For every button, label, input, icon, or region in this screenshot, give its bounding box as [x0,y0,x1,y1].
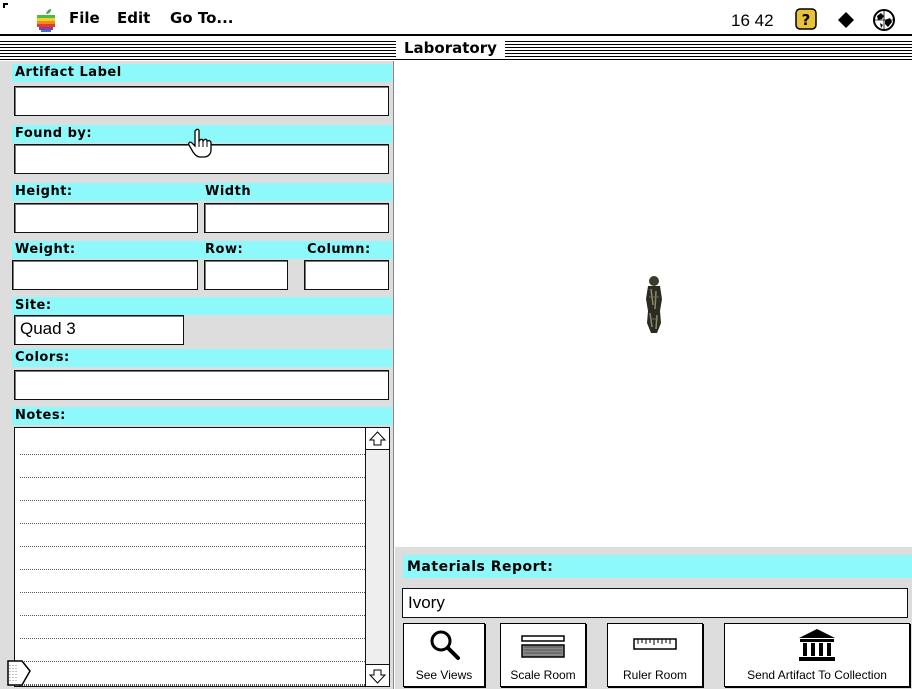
see-views-button[interactable]: See Views [403,623,485,687]
apple-logo-icon[interactable] [35,8,57,32]
menu-go-to[interactable]: Go To... [170,9,233,27]
help-icon[interactable]: ? [795,8,817,30]
artifact-label-label: Artifact Label [15,65,122,80]
scale-room-button[interactable]: Scale Room [500,623,586,687]
weight-field[interactable] [12,260,198,290]
notes-textarea[interactable] [14,427,390,687]
label-band [12,297,392,315]
column-label: Column: [307,242,371,257]
window-title: Laboratory [396,38,505,59]
artifact-view [395,61,912,547]
send-artifact-to-collection-button[interactable]: Send Artifact To Collection [724,623,910,687]
menu-clock: 16 42 [731,11,774,30]
site-label: Site: [15,298,52,313]
notes-scrollbar[interactable] [365,428,389,686]
row-field[interactable] [204,260,288,290]
ruler-room-label: Ruler Room [622,668,688,682]
width-field[interactable] [204,203,389,233]
site-field[interactable]: Quad 3 [14,315,184,345]
ruler-room-button[interactable]: Ruler Room [607,623,703,687]
scale-room-label: Scale Room [510,668,576,682]
scroll-down-arrow-icon[interactable] [366,664,389,686]
ruler-icon [633,636,677,655]
weight-label: Weight: [15,242,76,257]
diamond-icon[interactable] [836,10,856,30]
window-title-bar[interactable]: Laboratory [0,38,912,60]
page-curl-icon[interactable] [6,657,34,687]
materials-report-label: Materials Report: [407,559,554,575]
artifact-label-field[interactable] [14,86,389,116]
label-band [12,407,392,425]
materials-panel: Materials Report: Ivory See Views Scale … [395,547,912,689]
colors-field[interactable] [14,370,389,400]
menu-edit[interactable]: Edit [117,9,150,27]
svg-text:?: ? [802,11,811,29]
screen-corner [3,3,8,8]
menu-bar: File Edit Go To... 16 42 ? [0,0,912,36]
ivory-figurine-image[interactable] [643,275,665,335]
row-label: Row: [205,242,244,257]
scroll-up-arrow-icon[interactable] [366,428,389,450]
materials-report-field[interactable]: Ivory [402,588,908,618]
notes-ruled-lines[interactable] [19,428,365,686]
column-field[interactable] [304,260,389,290]
found-by-label: Found by: [15,126,93,141]
colors-label: Colors: [15,350,70,365]
notes-label: Notes: [15,408,66,423]
send-artifact-label: Send Artifact To Collection [747,668,887,682]
magnifier-icon [427,628,461,666]
height-label: Height: [15,184,73,199]
globe-icon[interactable] [872,8,896,32]
hand-cursor-icon [188,128,214,158]
menu-file[interactable]: File [69,9,100,27]
width-label: Width [205,184,252,199]
height-field[interactable] [14,203,198,233]
museum-icon [797,628,837,666]
see-views-label: See Views [415,668,473,682]
scale-icon [521,634,565,664]
